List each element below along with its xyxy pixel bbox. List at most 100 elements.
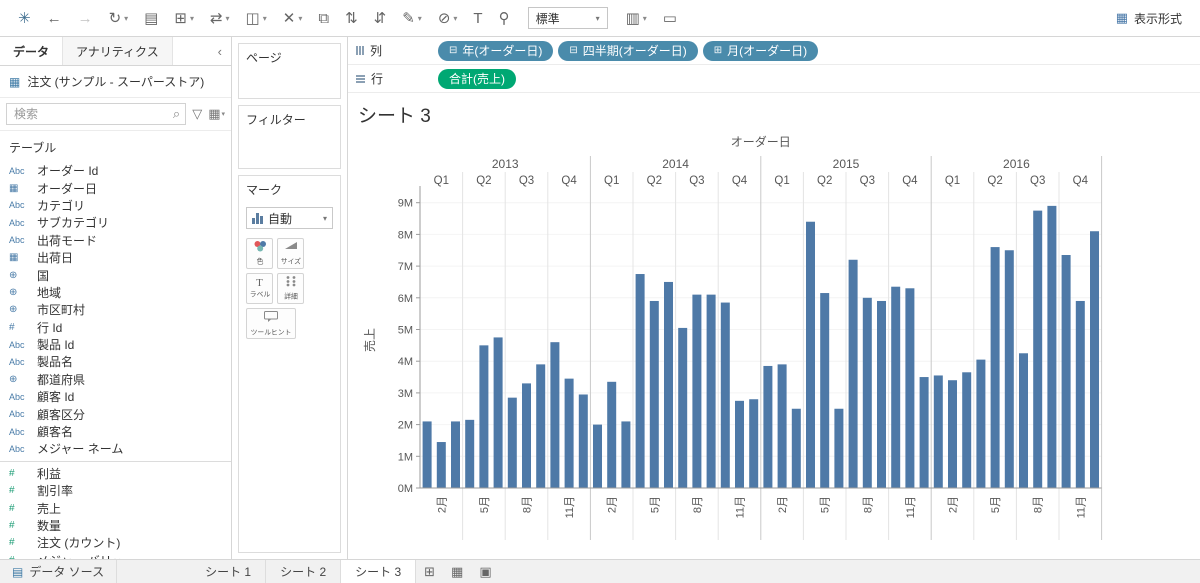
search-input[interactable] bbox=[12, 106, 173, 122]
presentation-mode-button[interactable]: ▭ bbox=[655, 6, 685, 30]
field-item[interactable]: ▦ 出荷日 bbox=[0, 249, 231, 266]
collapse-pane-button[interactable]: ‹ bbox=[209, 44, 231, 59]
bar-mark[interactable] bbox=[550, 342, 560, 488]
new-worksheet-button[interactable]: ⊞ ▾ bbox=[166, 6, 202, 30]
field-item[interactable]: ⊕ 国 bbox=[0, 266, 231, 283]
bar-mark[interactable] bbox=[607, 381, 617, 488]
field-item[interactable]: Abc 製品名 bbox=[0, 353, 231, 370]
field-item[interactable]: Abc サブカテゴリ bbox=[0, 214, 231, 231]
bar-mark[interactable] bbox=[422, 421, 432, 488]
field-item[interactable]: # 売上 bbox=[0, 499, 231, 516]
bar-mark[interactable] bbox=[877, 300, 886, 488]
mark-type-select[interactable]: 自動 ▾ bbox=[246, 207, 333, 229]
detail-button[interactable]: 詳細 bbox=[277, 273, 304, 304]
redo-button[interactable]: → bbox=[70, 7, 101, 30]
bar-mark[interactable] bbox=[777, 364, 787, 488]
bar-mark[interactable] bbox=[593, 424, 602, 488]
swap-axes-button[interactable]: ⇄ ▾ bbox=[202, 6, 238, 30]
filters-shelf[interactable]: フィルター bbox=[238, 105, 341, 169]
undo-button[interactable]: ← bbox=[39, 7, 70, 30]
bar-mark[interactable] bbox=[578, 394, 588, 488]
bar-mark[interactable] bbox=[692, 294, 702, 488]
bar-mark[interactable] bbox=[862, 297, 872, 488]
field-item[interactable]: Abc オーダー Id bbox=[0, 162, 231, 179]
bar-mark[interactable] bbox=[806, 221, 815, 488]
bar-mark[interactable] bbox=[976, 359, 986, 488]
bar-mark[interactable] bbox=[919, 377, 929, 488]
show-me-button[interactable]: ▦ 表示形式 bbox=[1108, 6, 1190, 31]
replay-button[interactable]: ↻ ▾ bbox=[101, 6, 137, 30]
bar-mark[interactable] bbox=[1047, 205, 1057, 488]
field-item[interactable]: #メジャー バリュー bbox=[0, 552, 231, 559]
size-button[interactable]: サイズ bbox=[277, 238, 304, 269]
sheet-tab[interactable]: シート 1 bbox=[191, 560, 267, 583]
tableau-logo-button[interactable]: ✳ bbox=[10, 6, 39, 30]
save-button[interactable]: ▤ bbox=[136, 6, 166, 30]
bar-mark[interactable] bbox=[507, 397, 517, 488]
bar-mark[interactable] bbox=[720, 302, 730, 488]
bar-mark[interactable] bbox=[1090, 231, 1099, 488]
sheet-tab[interactable]: シート 3 bbox=[341, 560, 417, 583]
bar-mark[interactable] bbox=[1019, 353, 1028, 488]
column-pill[interactable]: ⊟ 四半期(オーダー日) bbox=[558, 40, 698, 61]
pages-shelf[interactable]: ページ bbox=[238, 43, 341, 99]
field-item[interactable]: Abc メジャー ネーム bbox=[0, 440, 231, 457]
bar-mark[interactable] bbox=[465, 419, 475, 488]
bar-mark[interactable] bbox=[834, 408, 844, 488]
field-item[interactable]: Abc 顧客 Id bbox=[0, 388, 231, 405]
bar-mark[interactable] bbox=[635, 274, 645, 488]
bar-mark[interactable] bbox=[564, 378, 574, 488]
field-item[interactable]: ▦ オーダー日 bbox=[0, 179, 231, 196]
datasource-tab[interactable]: ▤ データ ソース bbox=[0, 560, 118, 583]
fit-select[interactable]: 標準 ▾ bbox=[527, 7, 608, 29]
bar-mark[interactable] bbox=[891, 286, 901, 488]
filter-fields-button[interactable]: ▽ bbox=[192, 106, 202, 122]
datasource-row[interactable]: ▦ 注文 (サンプル - スーパーストア) bbox=[0, 66, 231, 98]
field-item[interactable]: Abc 出荷モード bbox=[0, 232, 231, 249]
duplicate-button[interactable]: ◫ ▾ bbox=[238, 6, 275, 30]
bar-mark[interactable] bbox=[933, 375, 943, 488]
new-worksheet-button[interactable]: ⊞ bbox=[416, 560, 443, 583]
bar-mark[interactable] bbox=[948, 380, 957, 488]
bar-mark[interactable] bbox=[1004, 250, 1014, 488]
sheet-tab[interactable]: シート 2 bbox=[266, 560, 342, 583]
format-button[interactable]: ⊘ ▾ bbox=[430, 6, 466, 30]
bar-mark[interactable] bbox=[763, 365, 773, 488]
bar-mark[interactable] bbox=[621, 421, 631, 488]
bar-mark[interactable] bbox=[962, 372, 972, 488]
bar-mark[interactable] bbox=[451, 421, 460, 488]
pin-button[interactable]: ⚲ bbox=[491, 6, 518, 30]
show-mark-labels-button[interactable]: ▥ ▾ bbox=[618, 6, 655, 30]
rows-shelf[interactable]: 行 合計(売上) bbox=[348, 65, 1200, 93]
field-item[interactable]: # 注文 (カウント) bbox=[0, 534, 231, 551]
bar-mark[interactable] bbox=[664, 281, 673, 488]
bar-mark[interactable] bbox=[1061, 255, 1071, 488]
column-pill[interactable]: ⊞ 月(オーダー日) bbox=[702, 40, 819, 61]
field-item[interactable]: Abc 製品 Id bbox=[0, 336, 231, 353]
sort-ascending-button[interactable]: ⇅ bbox=[337, 6, 366, 30]
field-item[interactable]: ⊕ 地域 bbox=[0, 284, 231, 301]
bar-mark[interactable] bbox=[848, 259, 858, 488]
bar-mark[interactable] bbox=[706, 294, 716, 488]
bar-mark[interactable] bbox=[791, 408, 801, 488]
collapse-hierarchy-icon[interactable]: ⊟ bbox=[569, 45, 577, 56]
field-item[interactable]: # 数量 bbox=[0, 517, 231, 534]
bar-mark[interactable] bbox=[536, 364, 546, 488]
field-item[interactable]: ⊕ 都道府県 bbox=[0, 371, 231, 388]
bar-mark[interactable] bbox=[990, 247, 1000, 488]
expand-hierarchy-icon[interactable]: ⊞ bbox=[714, 45, 722, 56]
bar-mark[interactable] bbox=[479, 345, 489, 488]
row-pill[interactable]: 合計(売上) bbox=[438, 68, 516, 89]
color-button[interactable]: 色 bbox=[246, 238, 273, 269]
bar-mark[interactable] bbox=[678, 327, 688, 488]
bar-mark[interactable] bbox=[1075, 300, 1085, 488]
field-item[interactable]: # 割引率 bbox=[0, 482, 231, 499]
clear-sheet-button[interactable]: ✕ ▾ bbox=[275, 6, 311, 30]
sort-descending-button[interactable]: ⇵ bbox=[366, 6, 395, 30]
tooltip-button[interactable]: ツールヒント bbox=[246, 308, 296, 339]
bar-mark[interactable] bbox=[1033, 210, 1043, 488]
bar-mark[interactable] bbox=[522, 383, 531, 488]
bar-mark[interactable] bbox=[493, 337, 503, 488]
bar-mark[interactable] bbox=[749, 399, 759, 488]
view-options-button[interactable]: ▦ ▾ bbox=[208, 106, 225, 122]
